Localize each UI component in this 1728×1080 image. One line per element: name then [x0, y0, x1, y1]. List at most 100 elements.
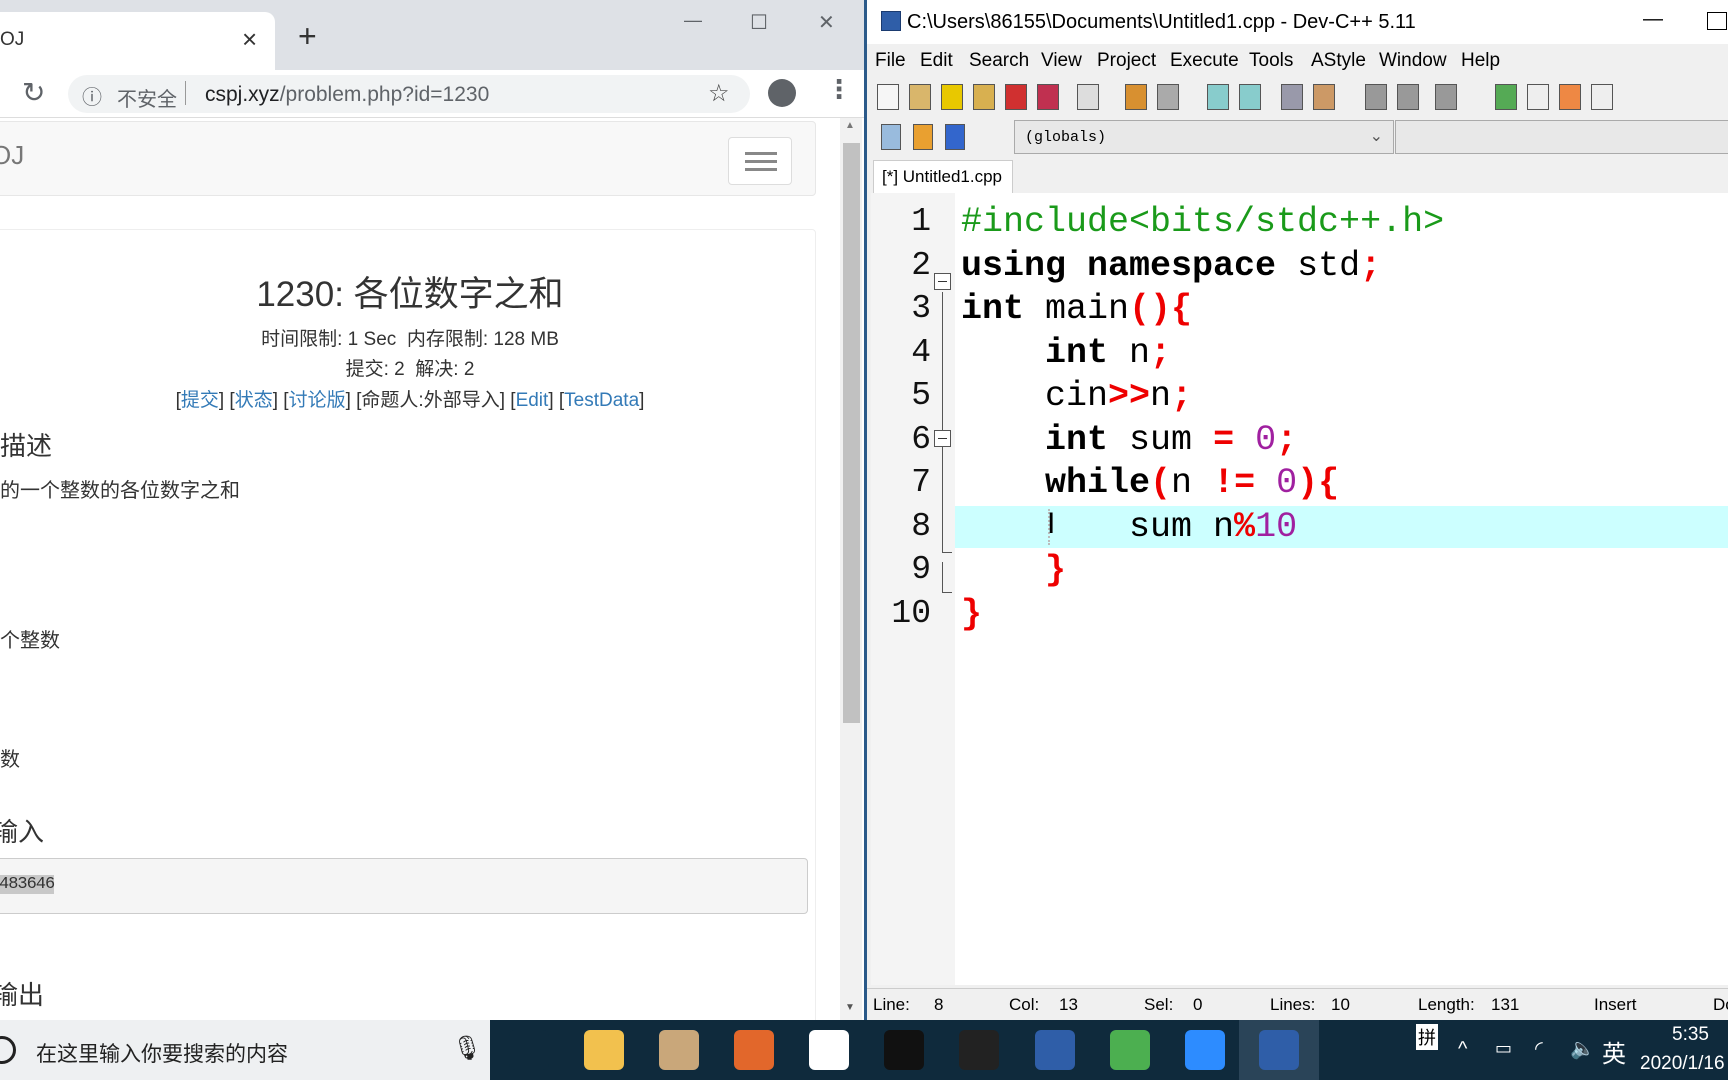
code-line[interactable]: int sum = 0;	[961, 419, 1297, 462]
minimize-button[interactable]: —	[684, 10, 702, 31]
toggle-icon[interactable]	[1435, 84, 1457, 110]
input-language[interactable]: 英	[1602, 1034, 1626, 1069]
code-line[interactable]: while(n != 0){	[961, 462, 1339, 505]
volume-icon[interactable]: 🔈	[1570, 1036, 1595, 1061]
code-line[interactable]: int main(){	[961, 288, 1192, 331]
goto-bookmark-icon[interactable]	[1397, 84, 1419, 110]
code-line[interactable]: #include<bits/stdc++.h>	[961, 201, 1444, 244]
code-line[interactable]: sum n%10	[961, 506, 1297, 549]
project-options-icon[interactable]	[945, 124, 965, 150]
menu-file[interactable]: File	[875, 50, 906, 72]
lines-value: 10	[1331, 995, 1350, 1014]
maximize-button[interactable]	[1707, 12, 1727, 30]
compile-icon[interactable]	[1495, 84, 1517, 110]
code-line[interactable]: cin>>n;	[961, 375, 1192, 418]
testdata-link[interactable]: TestData	[564, 390, 639, 411]
replace-icon[interactable]	[1239, 84, 1261, 110]
file-tab[interactable]: [*] Untitled1.cpp	[873, 160, 1013, 194]
save-all-icon[interactable]	[973, 84, 995, 110]
file-explorer-icon[interactable]	[584, 1030, 624, 1070]
maximize-button[interactable]: ☐	[750, 10, 768, 35]
function-dropdown[interactable]	[1395, 120, 1728, 154]
wifi-icon[interactable]: ◜	[1535, 1036, 1543, 1061]
site-brand[interactable]: OJ	[0, 140, 24, 171]
compile-run-icon[interactable]	[1559, 84, 1581, 110]
new-tab-button[interactable]: +	[298, 18, 317, 55]
hamburger-menu-button[interactable]	[728, 137, 792, 185]
unindent-icon[interactable]	[1313, 84, 1335, 110]
power-icon[interactable]: ▭	[1495, 1038, 1512, 1059]
menu-astyle[interactable]: AStyle	[1311, 50, 1366, 72]
discuss-link[interactable]: 讨论版	[289, 390, 346, 411]
close-button[interactable]: ✕	[818, 10, 835, 35]
reload-icon[interactable]: ↻	[22, 76, 45, 109]
zoom-icon[interactable]	[1185, 1030, 1225, 1070]
code-line[interactable]: using namespace std;	[961, 245, 1381, 288]
minimize-button[interactable]: —	[1643, 8, 1663, 31]
edit-link[interactable]: Edit	[516, 390, 549, 411]
code-line[interactable]: int n;	[961, 332, 1171, 375]
qq-icon[interactable]	[959, 1030, 999, 1070]
save-icon[interactable]	[941, 84, 963, 110]
run-icon[interactable]	[1527, 84, 1549, 110]
new-project-icon[interactable]	[881, 124, 901, 150]
add-to-project-icon[interactable]	[913, 124, 933, 150]
fold-toggle-while[interactable]	[934, 430, 951, 447]
clock-date[interactable]: 2020/1/16	[1640, 1053, 1725, 1075]
close-file-icon[interactable]	[1005, 84, 1027, 110]
problem-page: OJ 1230: 各位数字之和 时间限制: 1 Sec 内存限制: 128 MB…	[0, 118, 840, 1020]
code-token: while	[961, 463, 1151, 503]
chrome-icon[interactable]	[1110, 1030, 1150, 1070]
ime-mode[interactable]: 拼	[1416, 1024, 1438, 1050]
menu-window[interactable]: Window	[1379, 50, 1447, 72]
new-file-icon[interactable]	[877, 84, 899, 110]
open-file-icon[interactable]	[909, 84, 931, 110]
tab-strip: OJ × + — ☐ ✕	[0, 0, 864, 70]
clock-time[interactable]: 5:35	[1672, 1024, 1709, 1046]
redo-icon[interactable]	[1157, 84, 1179, 110]
cortana-icon[interactable]	[0, 1036, 16, 1064]
scrollbar-thumb[interactable]	[843, 143, 860, 723]
code-line[interactable]: }	[961, 549, 1066, 592]
menu-edit[interactable]: Edit	[920, 50, 953, 72]
browser-tab[interactable]: OJ ×	[0, 12, 275, 70]
screen-capture-icon[interactable]	[734, 1030, 774, 1070]
terminal-icon[interactable]	[884, 1030, 924, 1070]
menu-view[interactable]: View	[1041, 50, 1082, 72]
rebuild-icon[interactable]	[1591, 84, 1613, 110]
menu-help[interactable]: Help	[1461, 50, 1500, 72]
menu-execute[interactable]: Execute	[1170, 50, 1239, 72]
menu-search[interactable]: Search	[969, 50, 1029, 72]
print-icon[interactable]	[1077, 84, 1099, 110]
devcpp-active-icon[interactable]	[1259, 1030, 1299, 1070]
menu-tools[interactable]: Tools	[1249, 50, 1293, 72]
find-icon[interactable]	[1207, 84, 1229, 110]
omnibox[interactable]: ⓘ 不安全 cspj.xyz/problem.php?id=1230 ☆	[68, 75, 750, 113]
close-all-icon[interactable]	[1037, 84, 1059, 110]
tab-close-button[interactable]: ×	[242, 24, 257, 55]
scope-dropdown[interactable]: (globals) ⌄	[1014, 120, 1394, 154]
microphone-icon[interactable]: 🎙	[452, 1034, 482, 1063]
code-token: ;	[1150, 332, 1172, 373]
search-placeholder: 在这里输入你要搜索的内容	[36, 1043, 288, 1066]
info-icon[interactable]: ⓘ	[82, 81, 102, 110]
submit-link[interactable]: 提交	[181, 390, 219, 411]
fold-toggle-main[interactable]	[934, 273, 951, 290]
show-hidden-icons-chevron-icon[interactable]: ^	[1458, 1038, 1467, 1061]
code-token: 0	[1255, 419, 1277, 460]
indent-icon[interactable]	[1281, 84, 1303, 110]
profile-avatar-icon[interactable]	[768, 79, 796, 107]
bookmark-star-icon[interactable]: ☆	[708, 79, 730, 108]
baidu-netdisk-icon[interactable]	[809, 1030, 849, 1070]
bookmark-icon[interactable]	[1365, 84, 1387, 110]
menu-project[interactable]: Project	[1097, 50, 1156, 72]
task-view-icon[interactable]	[509, 1030, 549, 1070]
code-editor[interactable]: 1 #include<bits/stdc++.h> 2 using namespace…	[871, 193, 1728, 985]
code-line[interactable]: }	[961, 593, 982, 636]
menu-kebab-icon[interactable]: ⋮	[826, 74, 852, 105]
status-link[interactable]: 状态	[235, 390, 273, 411]
undo-icon[interactable]	[1125, 84, 1147, 110]
paint-icon[interactable]	[659, 1030, 699, 1070]
taskbar-search-box[interactable]: 在这里输入你要搜索的内容 🎙	[0, 1020, 490, 1080]
devcpp-icon[interactable]	[1035, 1030, 1075, 1070]
